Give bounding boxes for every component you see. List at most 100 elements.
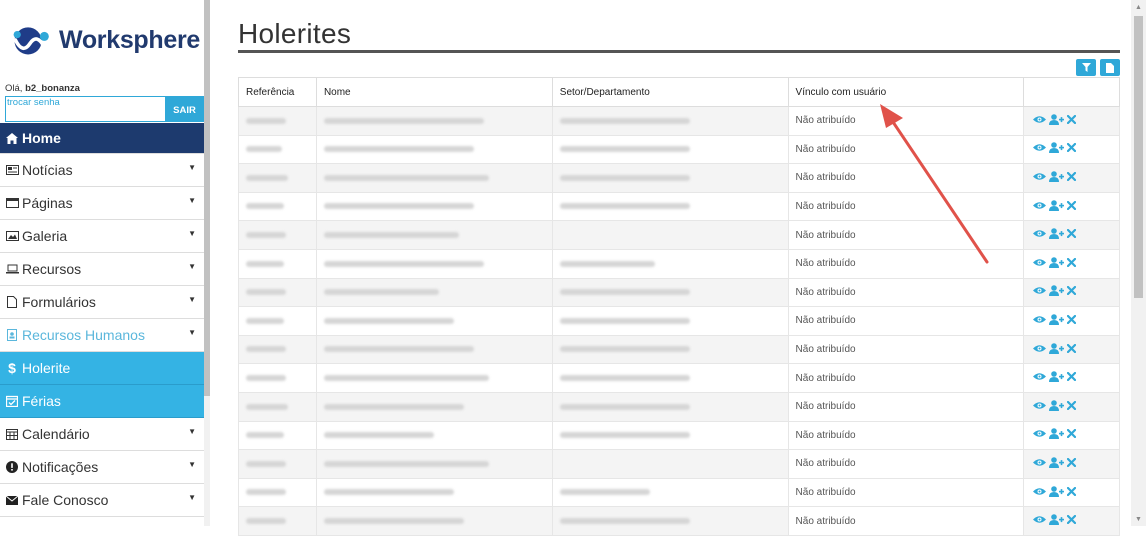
- sidebar-item-label: Formulários: [22, 294, 96, 310]
- eye-icon[interactable]: [1033, 115, 1047, 127]
- eye-icon[interactable]: [1033, 286, 1047, 298]
- eye-icon[interactable]: [1033, 172, 1047, 184]
- file-icon: [5, 295, 19, 309]
- close-icon[interactable]: [1066, 257, 1077, 270]
- caret-down-icon: ▼: [188, 328, 196, 337]
- redacted-text: [246, 174, 288, 181]
- eye-icon[interactable]: [1033, 229, 1047, 241]
- sidebar-item-calendario[interactable]: Calendário ▼: [0, 418, 204, 451]
- newspaper-icon: [5, 163, 19, 177]
- eye-icon[interactable]: [1033, 429, 1047, 441]
- user-plus-icon[interactable]: [1049, 256, 1065, 271]
- cell-vinculo-status: Não atribuído: [787, 506, 1025, 536]
- sidebar-item-ferias[interactable]: Férias: [0, 385, 204, 418]
- eye-icon[interactable]: [1033, 487, 1047, 499]
- sidebar-item-fale-conosco[interactable]: Fale Conosco ▼: [0, 484, 204, 517]
- user-plus-icon[interactable]: [1049, 399, 1065, 414]
- sidebar-item-label: Férias: [22, 393, 61, 409]
- sidebar-item-recursos[interactable]: Recursos ▼: [0, 253, 204, 286]
- cell-actions: [1023, 477, 1120, 508]
- logout-button[interactable]: SAIR: [165, 96, 204, 122]
- eye-icon[interactable]: [1033, 372, 1047, 384]
- eye-icon[interactable]: [1033, 258, 1047, 270]
- page-scrollbar[interactable]: ▲ ▼: [1131, 0, 1146, 526]
- greeting-prefix: Olá,: [5, 83, 26, 94]
- close-icon[interactable]: [1066, 200, 1077, 213]
- sidebar-scrollbar-thumb[interactable]: [204, 0, 210, 396]
- close-icon[interactable]: [1066, 429, 1077, 441]
- sidebar-item-holerite[interactable]: $ Holerite: [0, 352, 204, 385]
- user-plus-icon[interactable]: [1049, 142, 1065, 156]
- eye-icon[interactable]: [1033, 143, 1047, 155]
- table-row: Não atribuído: [238, 506, 1120, 536]
- username: b2_bonanza: [25, 83, 80, 94]
- export-button[interactable]: [1100, 59, 1120, 76]
- table-row: Não atribuído: [238, 449, 1120, 479]
- caret-down-icon: ▼: [188, 460, 196, 469]
- column-header-setor[interactable]: Setor/Departamento: [551, 77, 789, 107]
- cell-referencia: [238, 477, 317, 508]
- close-icon[interactable]: [1066, 372, 1077, 384]
- cell-referencia: [238, 134, 317, 165]
- sidebar-item-paginas[interactable]: Páginas ▼: [0, 187, 204, 220]
- sidebar-item-formularios[interactable]: Formulários ▼: [0, 286, 204, 319]
- cell-actions: [1023, 363, 1120, 393]
- sidebar-item-notificacoes[interactable]: Notificações ▼: [0, 451, 204, 484]
- brand-name: Worksphere: [58, 25, 200, 54]
- cell-nome: [315, 220, 553, 250]
- eye-icon[interactable]: [1033, 315, 1047, 327]
- cell-nome: [315, 363, 553, 393]
- sidebar-scrollbar[interactable]: [204, 0, 210, 526]
- brand-logo[interactable]: Worksphere: [10, 20, 200, 60]
- sidebar-item-galeria[interactable]: Galeria ▼: [0, 220, 204, 253]
- change-password-link[interactable]: trocar senha: [5, 96, 165, 122]
- cell-referencia: [238, 277, 317, 308]
- column-header-vinculo[interactable]: Vínculo com usuário: [787, 77, 1025, 107]
- user-plus-icon[interactable]: [1049, 485, 1065, 500]
- close-icon[interactable]: [1066, 515, 1077, 527]
- eye-icon[interactable]: [1033, 458, 1047, 470]
- close-icon[interactable]: [1066, 457, 1077, 470]
- eye-icon[interactable]: [1033, 201, 1047, 213]
- user-plus-icon[interactable]: [1049, 113, 1065, 128]
- close-icon[interactable]: [1066, 229, 1077, 241]
- sidebar-item-home[interactable]: Home: [0, 123, 204, 154]
- close-icon[interactable]: [1066, 486, 1077, 499]
- filter-button[interactable]: [1076, 59, 1096, 76]
- user-plus-icon[interactable]: [1049, 457, 1065, 471]
- user-plus-icon[interactable]: [1049, 371, 1065, 385]
- eye-icon[interactable]: [1033, 515, 1047, 527]
- column-header-nome[interactable]: Nome: [315, 77, 553, 107]
- user-plus-icon[interactable]: [1049, 314, 1065, 328]
- close-icon[interactable]: [1066, 343, 1077, 356]
- user-plus-icon[interactable]: [1049, 342, 1065, 357]
- user-plus-icon[interactable]: [1049, 171, 1065, 185]
- sidebar-item-recursos-humanos[interactable]: Recursos Humanos ▼: [0, 319, 204, 352]
- user-plus-icon[interactable]: [1049, 228, 1065, 242]
- close-icon[interactable]: [1066, 143, 1077, 155]
- calendar-check-icon: [5, 394, 19, 408]
- eye-icon[interactable]: [1033, 401, 1047, 413]
- scroll-up-icon[interactable]: ▲: [1131, 0, 1146, 14]
- eye-icon[interactable]: [1033, 344, 1047, 356]
- cell-vinculo-status: Não atribuído: [787, 277, 1025, 308]
- user-plus-icon[interactable]: [1049, 285, 1065, 299]
- home-icon: [5, 131, 19, 145]
- page-scrollbar-thumb[interactable]: [1134, 16, 1143, 298]
- close-icon[interactable]: [1066, 286, 1077, 298]
- close-icon[interactable]: [1066, 400, 1077, 413]
- redacted-text: [559, 517, 690, 524]
- sidebar-item-label: Home: [22, 130, 61, 146]
- close-icon[interactable]: [1066, 171, 1077, 184]
- cell-vinculo-status: Não atribuído: [787, 477, 1025, 508]
- user-plus-icon[interactable]: [1049, 514, 1065, 528]
- close-icon[interactable]: [1066, 114, 1077, 127]
- close-icon[interactable]: [1066, 314, 1077, 327]
- user-plus-icon[interactable]: [1049, 428, 1065, 442]
- user-plus-icon[interactable]: [1049, 199, 1065, 214]
- sidebar-item-label: Páginas: [22, 195, 73, 211]
- sidebar-item-noticias[interactable]: Notícias ▼: [0, 154, 204, 187]
- scroll-down-icon[interactable]: ▼: [1131, 512, 1146, 526]
- redacted-text: [559, 432, 690, 439]
- column-header-referencia[interactable]: Referência: [238, 77, 317, 107]
